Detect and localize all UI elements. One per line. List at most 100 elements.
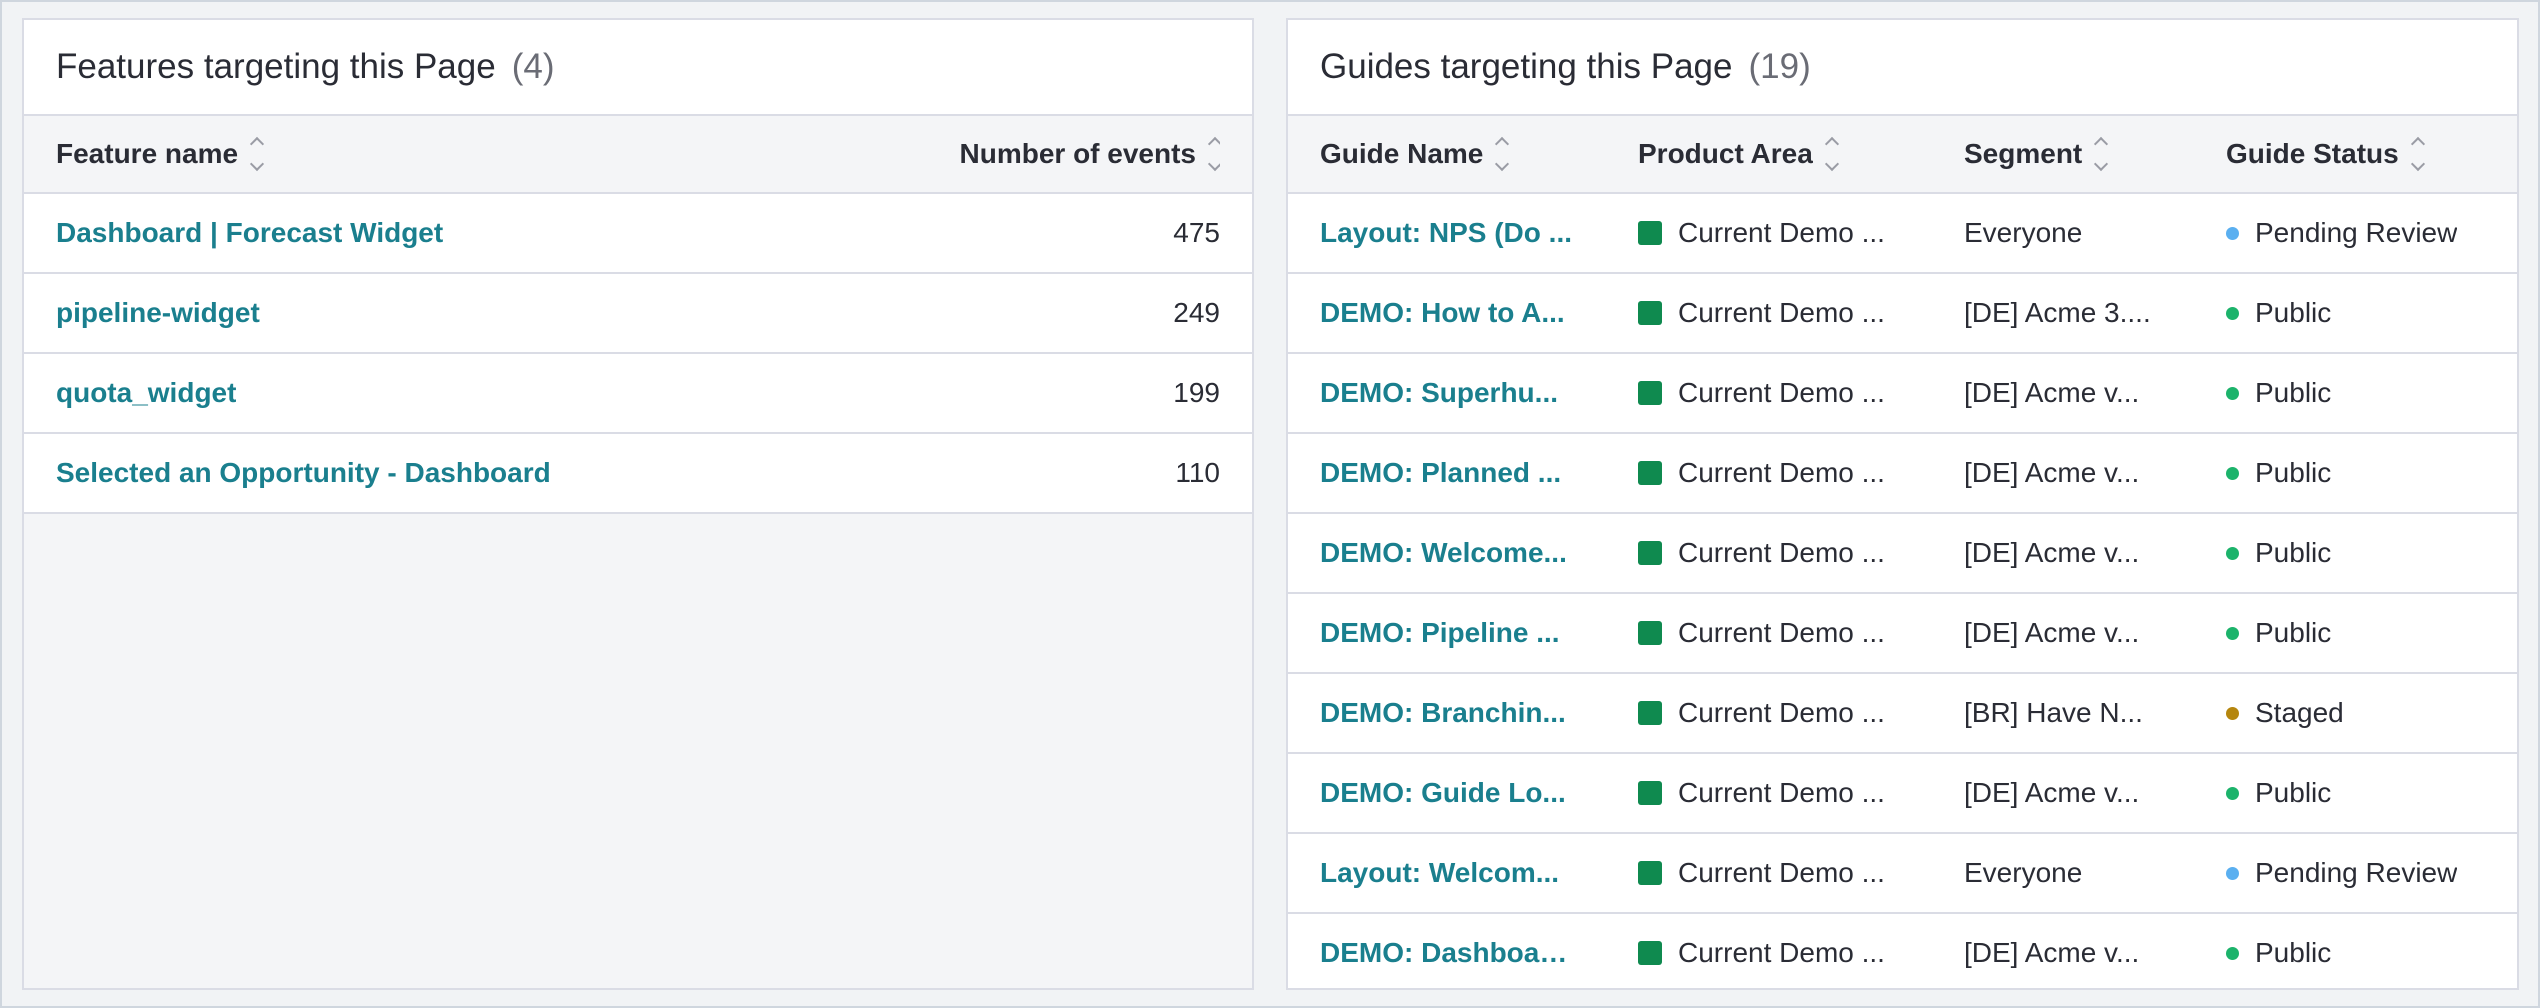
- segment-cell: [DE] Acme v...: [1964, 537, 2226, 569]
- guides-table-header: Guide Name Product Area Segment Guide St…: [1288, 116, 2517, 194]
- guide-name-column: Guide Name: [1320, 135, 1638, 173]
- features-panel: Features targeting this Page (4) Feature…: [22, 18, 1254, 990]
- features-table-body: Dashboard | Forecast Widget 475 pipeline-w…: [24, 194, 1252, 514]
- status-badge: Public: [2255, 297, 2332, 328]
- event-count: 110: [1175, 457, 1220, 488]
- segment-label: [DE] Acme v...: [1964, 617, 2140, 648]
- number-of-events-cell: 199: [880, 377, 1220, 409]
- table-row: DEMO: Planned ... Current Demo ... [DE] Ac…: [1288, 434, 2517, 514]
- guide-name-link[interactable]: Layout: NPS (Do ...: [1320, 217, 1572, 249]
- product-area-label: Current Demo ...: [1678, 217, 1885, 248]
- guide-status-cell: Public: [2226, 617, 2485, 649]
- product-area-cell: Current Demo ...: [1638, 617, 1964, 649]
- segment-label: [DE] Acme 3....: [1964, 297, 2151, 328]
- feature-name-link[interactable]: Selected an Opportunity - Dashboard: [56, 457, 551, 489]
- product-area-cell: Current Demo ...: [1638, 377, 1964, 409]
- product-area-column: Product Area: [1638, 135, 1964, 173]
- features-panel-count: (4): [511, 47, 555, 86]
- feature-name-cell: pipeline-widget: [56, 297, 880, 329]
- product-area-cell: Current Demo ...: [1638, 217, 1964, 249]
- guide-status-cell: Staged: [2226, 697, 2485, 729]
- guide-name-link[interactable]: DEMO: Dashboar...: [1320, 937, 1572, 969]
- guide-name-link[interactable]: DEMO: Branchin...: [1320, 697, 1566, 729]
- guide-status-cell: Public: [2226, 297, 2485, 329]
- status-badge: Public: [2255, 937, 2332, 968]
- table-row: DEMO: Dashboar... Current Demo ... [DE] Ac…: [1288, 914, 2517, 988]
- guide-status-cell: Pending Review: [2226, 217, 2485, 249]
- guide-name-sort-header[interactable]: Guide Name: [1320, 135, 1510, 173]
- guide-status-column: Guide Status: [2226, 135, 2485, 173]
- guide-name-link[interactable]: DEMO: How to A...: [1320, 297, 1565, 329]
- status-badge: Public: [2255, 617, 2332, 648]
- table-row: pipeline-widget 249: [24, 274, 1252, 354]
- product-area-cell: Current Demo ...: [1638, 937, 1964, 969]
- features-panel-header: Features targeting this Page (4): [24, 20, 1252, 116]
- segment-cell: [DE] Acme v...: [1964, 457, 2226, 489]
- table-row: DEMO: Pipeline ... Current Demo ... [DE] A…: [1288, 594, 2517, 674]
- guide-name-cell: DEMO: Pipeline ...: [1320, 617, 1638, 649]
- guide-name-cell: DEMO: Dashboar...: [1320, 937, 1638, 969]
- guide-name-link[interactable]: DEMO: Welcome...: [1320, 537, 1567, 569]
- event-count: 249: [1173, 297, 1220, 328]
- status-badge: Staged: [2255, 697, 2344, 728]
- product-area-label: Current Demo ...: [1678, 457, 1885, 488]
- product-area-color-swatch: [1638, 221, 1662, 245]
- product-area-label: Current Demo ...: [1678, 617, 1885, 648]
- event-count: 199: [1173, 377, 1220, 408]
- guides-panel-count: (19): [1748, 47, 1811, 86]
- guide-name-link[interactable]: DEMO: Guide Lo...: [1320, 777, 1566, 809]
- guides-panel-header: Guides targeting this Page (19): [1288, 20, 2517, 116]
- segment-cell: [DE] Acme v...: [1964, 937, 2226, 969]
- guide-name-link[interactable]: Layout: Welcom...: [1320, 857, 1559, 889]
- guide-name-link[interactable]: DEMO: Planned ...: [1320, 457, 1561, 489]
- guide-name-link[interactable]: DEMO: Pipeline ...: [1320, 617, 1560, 649]
- feature-name-link[interactable]: quota_widget: [56, 377, 236, 409]
- sort-chevrons-icon[interactable]: [1207, 135, 1220, 173]
- guide-name-cell: DEMO: Planned ...: [1320, 457, 1638, 489]
- product-area-sort-header[interactable]: Product Area: [1638, 135, 1839, 173]
- guide-status-sort-header[interactable]: Guide Status: [2226, 135, 2425, 173]
- status-dot-icon: [2226, 226, 2239, 240]
- status-badge: Public: [2255, 777, 2332, 808]
- feature-name-sort-header[interactable]: Feature name: [56, 135, 265, 173]
- product-area-color-swatch: [1638, 941, 1662, 965]
- guide-name-cell: DEMO: Guide Lo...: [1320, 777, 1638, 809]
- status-dot-icon: [2226, 386, 2239, 400]
- sort-chevrons-icon[interactable]: [2094, 135, 2109, 173]
- segment-sort-header[interactable]: Segment: [1964, 135, 2109, 173]
- product-area-color-swatch: [1638, 301, 1662, 325]
- table-row: Selected an Opportunity - Dashboard 110: [24, 434, 1252, 514]
- table-row: DEMO: Branchin... Current Demo ... [BR] Ha…: [1288, 674, 2517, 754]
- segment-column: Segment: [1964, 135, 2226, 173]
- table-row: DEMO: Guide Lo... Current Demo ... [DE] Ac…: [1288, 754, 2517, 834]
- feature-name-cell: Dashboard | Forecast Widget: [56, 217, 880, 249]
- sort-chevrons-icon[interactable]: [250, 135, 265, 173]
- table-row: Layout: Welcom... Current Demo ... Everyon…: [1288, 834, 2517, 914]
- number-of-events-sort-header[interactable]: Number of events: [960, 135, 1220, 173]
- status-dot-icon: [2226, 466, 2239, 480]
- guide-name-link[interactable]: DEMO: Superhu...: [1320, 377, 1558, 409]
- guide-name-cell: DEMO: Superhu...: [1320, 377, 1638, 409]
- segment-cell: [DE] Acme v...: [1964, 777, 2226, 809]
- guide-status-cell: Public: [2226, 457, 2485, 489]
- guide-name-cell: DEMO: Branchin...: [1320, 697, 1638, 729]
- status-dot-icon: [2226, 626, 2239, 640]
- product-area-cell: Current Demo ...: [1638, 777, 1964, 809]
- product-area-label: Current Demo ...: [1678, 937, 1885, 968]
- status-dot-icon: [2226, 546, 2239, 560]
- table-row: Layout: NPS (Do ... Current Demo ... Every…: [1288, 194, 2517, 274]
- segment-cell: [BR] Have N...: [1964, 697, 2226, 729]
- feature-name-cell: Selected an Opportunity - Dashboard: [56, 457, 880, 489]
- segment-cell: [DE] Acme 3....: [1964, 297, 2226, 329]
- feature-name-link[interactable]: pipeline-widget: [56, 297, 260, 329]
- features-panel-title: Features targeting this Page: [56, 47, 496, 86]
- feature-name-link[interactable]: Dashboard | Forecast Widget: [56, 217, 443, 249]
- sort-chevrons-icon[interactable]: [1824, 135, 1839, 173]
- product-area-label: Current Demo ...: [1678, 777, 1885, 808]
- guide-name-header-label: Guide Name: [1320, 138, 1484, 169]
- guide-name-cell: Layout: Welcom...: [1320, 857, 1638, 889]
- sort-chevrons-icon[interactable]: [1495, 135, 1510, 173]
- table-row: DEMO: Superhu... Current Demo ... [DE] Acm…: [1288, 354, 2517, 434]
- sort-chevrons-icon[interactable]: [2410, 135, 2425, 173]
- guide-status-cell: Public: [2226, 377, 2485, 409]
